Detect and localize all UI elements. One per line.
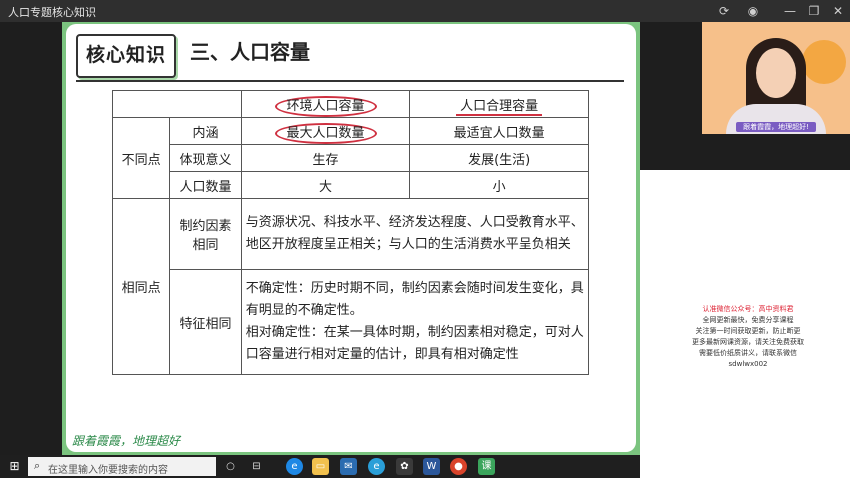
- taskbar: ⊞ ⌕ 在这里输入你要搜索的内容 ○ ⊟ e ▭ ✉ e ✿ W ● 课: [0, 455, 640, 478]
- row-label: 人口数量: [169, 171, 242, 199]
- slide-content: 核心知识 三、人口容量 环境人口容量 人口合理容量 不同点 内涵 最大人口数量 …: [66, 24, 636, 452]
- presenter-face: [756, 48, 796, 98]
- word-icon[interactable]: W: [423, 458, 440, 475]
- table-cell: 大: [240, 171, 411, 199]
- promo-line: 需要低价纸质讲义，请联系微信sdwlwx002: [699, 349, 797, 368]
- table-row: 不同点 内涵 最大人口数量 最适宜人口数量: [111, 117, 589, 199]
- lecture-slide: 核心知识 三、人口容量 环境人口容量 人口合理容量 不同点 内涵 最大人口数量 …: [62, 22, 640, 455]
- refresh-icon[interactable]: ⟳: [716, 3, 732, 19]
- col-header-label: 人口合理容量: [456, 98, 543, 116]
- close-icon[interactable]: ✕: [830, 3, 846, 19]
- widgets-icon[interactable]: ⊟: [248, 458, 265, 475]
- cell-text: 最大人口数量: [274, 122, 377, 144]
- promo-line: 更多最新网课资源，请关注免费获取: [692, 338, 804, 346]
- promo-line: 关注第一时间获取更新，防止断更: [695, 327, 801, 335]
- minimize-icon[interactable]: —: [782, 3, 798, 19]
- table-cell: 最适宜人口数量: [409, 117, 589, 145]
- table-row: 体现意义 生存 发展(生活): [113, 144, 589, 172]
- comparison-table: 环境人口容量 人口合理容量 不同点 内涵 最大人口数量 最适宜人口数量 体现意义…: [111, 90, 590, 375]
- group-label-same: 相同点: [111, 198, 171, 375]
- webcam-caption: 跟着霞霞，地理超好!: [736, 122, 816, 132]
- col-header-reasonable: 人口合理容量: [409, 90, 589, 118]
- media-icon[interactable]: ●: [450, 458, 467, 475]
- window-title: 人口专题核心知识: [8, 6, 96, 19]
- table-row: 相同点 制约因素相同 与资源状况、科技水平、经济发达程度、人口受教育水平、地区开…: [111, 198, 590, 375]
- table-cell: 小: [409, 171, 589, 199]
- slide-heading: 三、人口容量: [190, 40, 310, 64]
- task-view-icon[interactable]: ○: [222, 458, 239, 475]
- search-placeholder: 在这里输入你要搜索的内容: [48, 465, 168, 476]
- restore-icon[interactable]: ❐: [806, 3, 822, 19]
- table-row: 特征相同 不确定性：历史时期不同，制约因素会随时间发生变化，具有明显的不确定性。…: [113, 269, 590, 375]
- heading-divider: [76, 80, 624, 82]
- app-icon[interactable]: ✿: [396, 458, 413, 475]
- table-cell: 发展(生活): [409, 144, 589, 172]
- browser-icon[interactable]: e: [368, 458, 385, 475]
- row-label: 内涵: [169, 117, 242, 145]
- table-cell: 生存: [240, 144, 411, 172]
- table-cell-wide: 不确定性：历史时期不同，制约因素会随时间发生变化，具有明显的不确定性。 相对确定…: [240, 269, 590, 375]
- file-explorer-icon[interactable]: ▭: [312, 458, 329, 475]
- mail-icon[interactable]: ✉: [340, 458, 357, 475]
- promo-line: 认准微信公众号：高中资料君: [702, 305, 794, 313]
- core-knowledge-badge: 核心知识: [76, 34, 176, 78]
- edge-browser-icon[interactable]: e: [286, 458, 303, 475]
- eye-icon[interactable]: ◉: [745, 3, 761, 19]
- row-label: 制约因素相同: [169, 198, 242, 270]
- search-icon: ⌕: [34, 459, 41, 472]
- sunflower-decoration: [802, 40, 846, 84]
- webcam-feed: 跟着霞霞，地理超好!: [702, 22, 850, 134]
- badge-label: 核心知识: [85, 44, 166, 66]
- row-label: 体现意义: [169, 144, 242, 172]
- col-header-environment: 环境人口容量: [240, 90, 411, 118]
- green-app-icon[interactable]: 课: [478, 458, 495, 475]
- table-cell: 最大人口数量: [240, 117, 411, 145]
- table-cell-wide: 与资源状况、科技水平、经济发达程度、人口受教育水平、地区开放程度呈正相关；与人口…: [240, 198, 590, 270]
- table-header-row: 环境人口容量 人口合理容量: [112, 90, 589, 118]
- taskbar-search[interactable]: ⌕ 在这里输入你要搜索的内容: [28, 457, 216, 476]
- slide-footer: 跟着霞霞，地理超好: [72, 434, 181, 448]
- group-label-different: 不同点: [111, 117, 171, 199]
- table-row: 人口数量 大 小: [113, 171, 589, 199]
- feature-uncertainty: 不确定性：历史时期不同，制约因素会随时间发生变化，具有明显的不确定性。: [245, 281, 584, 318]
- col-header-label: 环境人口容量: [274, 95, 377, 117]
- windows-start-icon[interactable]: ⊞: [8, 460, 21, 473]
- promo-line: 全网更新最快，免费分享课程: [702, 316, 794, 324]
- feature-relative-certainty: 相对确定性：在某一具体时期，制约因素相对稳定，可对人口容量进行相对定量的估计，即…: [245, 325, 584, 362]
- promo-text: 认准微信公众号：高中资料君 全网更新最快，免费分享课程 关注第一时间获取更新，防…: [680, 304, 816, 370]
- row-label: 特征相同: [169, 269, 242, 375]
- side-panel: 跟着霞霞，地理超好! 认准微信公众号：高中资料君 全网更新最快，免费分享课程 关…: [640, 22, 850, 478]
- table-corner-cell: [112, 90, 242, 118]
- webcam-area: 跟着霞霞，地理超好!: [640, 22, 850, 170]
- window-titlebar: 人口专题核心知识 ⟳ ◉ — ❐ ✕: [0, 0, 850, 22]
